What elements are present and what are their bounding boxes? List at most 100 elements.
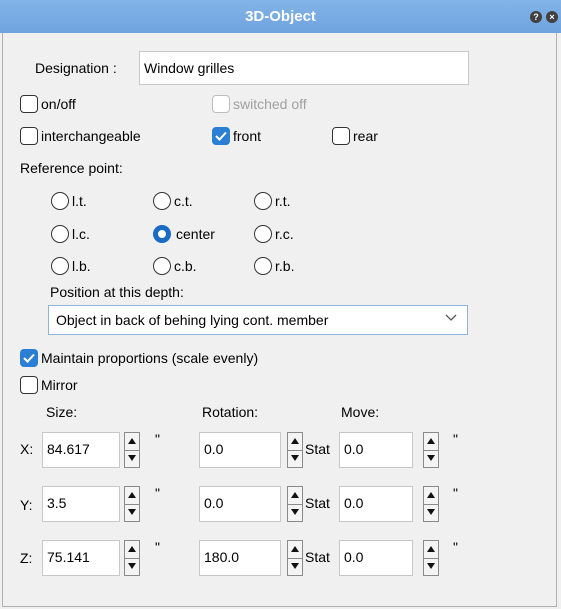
- move-y-spinner[interactable]: [423, 486, 439, 522]
- rotation-x-spinner[interactable]: [287, 432, 303, 468]
- size-header: Size:: [46, 404, 78, 420]
- radio-lt-label: l.t.: [72, 193, 87, 209]
- radio-cb[interactable]: [153, 257, 171, 275]
- rotation-z-spinner[interactable]: [287, 540, 303, 576]
- rotation-z-label: Stat: [305, 549, 330, 565]
- size-x-unit: ": [155, 431, 160, 447]
- rotation-z-value: 180.0: [204, 549, 240, 565]
- move-y-input[interactable]: 0.0: [339, 486, 413, 522]
- radio-center-label: center: [176, 226, 215, 242]
- size-z-input[interactable]: 75.141: [42, 540, 120, 576]
- on-off-checkbox[interactable]: [20, 95, 38, 113]
- spin-down-button[interactable]: [125, 558, 139, 575]
- rotation-x-label: Stat: [305, 441, 330, 457]
- radio-rt[interactable]: [254, 192, 272, 210]
- radio-rc-label: r.c.: [275, 226, 294, 242]
- front-label: front: [233, 128, 262, 144]
- move-z-input[interactable]: 0.0: [339, 540, 413, 576]
- spin-down-button[interactable]: [125, 504, 139, 521]
- size-y-spinner[interactable]: [124, 486, 140, 522]
- front-checkbox[interactable]: [212, 127, 230, 145]
- position-depth-label: Position at this depth:: [50, 284, 184, 300]
- size-x-value: 84.617: [47, 441, 90, 457]
- checkmark-icon: [215, 131, 227, 141]
- radio-lt[interactable]: [51, 192, 69, 210]
- spin-down-button[interactable]: [125, 450, 139, 467]
- axis-x-label: X:: [20, 441, 34, 457]
- move-y-value: 0.0: [344, 495, 364, 511]
- move-z-unit: ": [453, 539, 458, 555]
- move-x-input[interactable]: 0.0: [339, 432, 413, 468]
- switched-off-label: switched off: [233, 96, 307, 112]
- spin-up-button[interactable]: [288, 541, 302, 559]
- spin-down-button[interactable]: [288, 504, 302, 521]
- radio-lc[interactable]: [51, 225, 69, 243]
- question-icon[interactable]: ?: [530, 11, 542, 23]
- move-z-spinner[interactable]: [423, 540, 439, 576]
- mirror-label: Mirror: [41, 377, 78, 393]
- chevron-down-icon: [445, 314, 457, 321]
- radio-ct-label: c.t.: [174, 193, 193, 209]
- spin-up-button[interactable]: [125, 433, 139, 451]
- size-z-value: 75.141: [47, 549, 90, 565]
- spin-up-button[interactable]: [424, 433, 438, 451]
- close-icon[interactable]: ×: [546, 11, 558, 23]
- mirror-checkbox[interactable]: [20, 376, 38, 394]
- maintain-proportions-checkbox[interactable]: [20, 349, 38, 367]
- radio-lc-label: l.c.: [72, 226, 90, 242]
- move-x-unit: ": [453, 431, 458, 447]
- spin-down-button[interactable]: [424, 504, 438, 521]
- spin-down-button[interactable]: [288, 558, 302, 575]
- designation-value: Window grilles: [144, 60, 235, 76]
- interchangeable-checkbox[interactable]: [20, 127, 38, 145]
- radio-center[interactable]: [153, 225, 171, 243]
- size-z-spinner[interactable]: [124, 540, 140, 576]
- radio-rt-label: r.t.: [275, 193, 291, 209]
- radio-rb-label: r.b.: [275, 258, 295, 274]
- spin-up-button[interactable]: [125, 541, 139, 559]
- radio-rc[interactable]: [254, 225, 272, 243]
- radio-rb[interactable]: [254, 257, 272, 275]
- move-z-value: 0.0: [344, 549, 364, 565]
- size-y-value: 3.5: [47, 495, 67, 511]
- move-x-value: 0.0: [344, 441, 364, 457]
- spin-up-button[interactable]: [288, 487, 302, 505]
- designation-input[interactable]: Window grilles: [139, 51, 469, 85]
- radio-ct[interactable]: [153, 192, 171, 210]
- checkmark-icon: [23, 353, 35, 363]
- rotation-y-value: 0.0: [204, 495, 224, 511]
- rear-label: rear: [353, 128, 378, 144]
- rotation-z-input[interactable]: 180.0: [199, 540, 281, 576]
- size-x-spinner[interactable]: [124, 432, 140, 468]
- move-y-unit: ": [453, 485, 458, 501]
- rotation-y-input[interactable]: 0.0: [199, 486, 281, 522]
- spin-up-button[interactable]: [125, 487, 139, 505]
- rotation-y-spinner[interactable]: [287, 486, 303, 522]
- move-header: Move:: [341, 404, 380, 420]
- rear-checkbox[interactable]: [332, 127, 350, 145]
- move-x-spinner[interactable]: [423, 432, 439, 468]
- designation-label: Designation :: [35, 60, 117, 76]
- radio-cb-label: c.b.: [174, 258, 197, 274]
- axis-z-label: Z:: [20, 550, 33, 566]
- axis-y-label: Y:: [20, 497, 33, 513]
- rotation-y-label: Stat: [305, 495, 330, 511]
- size-x-input[interactable]: 84.617: [42, 432, 120, 468]
- maintain-proportions-label: Maintain proportions (scale evenly): [41, 350, 259, 366]
- spin-up-button[interactable]: [424, 541, 438, 559]
- size-y-unit: ": [155, 485, 160, 501]
- size-y-input[interactable]: 3.5: [42, 486, 120, 522]
- spin-down-button[interactable]: [424, 450, 438, 467]
- position-depth-dropdown[interactable]: Object in back of behing lying cont. mem…: [48, 305, 468, 335]
- rotation-x-value: 0.0: [204, 441, 224, 457]
- radio-lb-label: l.b.: [72, 258, 91, 274]
- radio-lb[interactable]: [51, 257, 69, 275]
- title-bar: 3D-Object ? ×: [0, 0, 561, 33]
- spin-down-button[interactable]: [424, 558, 438, 575]
- rotation-header: Rotation:: [202, 404, 259, 420]
- spin-down-button[interactable]: [288, 450, 302, 467]
- rotation-x-input[interactable]: 0.0: [199, 432, 281, 468]
- spin-up-button[interactable]: [424, 487, 438, 505]
- spin-up-button[interactable]: [288, 433, 302, 451]
- reference-point-label: Reference point:: [20, 160, 123, 176]
